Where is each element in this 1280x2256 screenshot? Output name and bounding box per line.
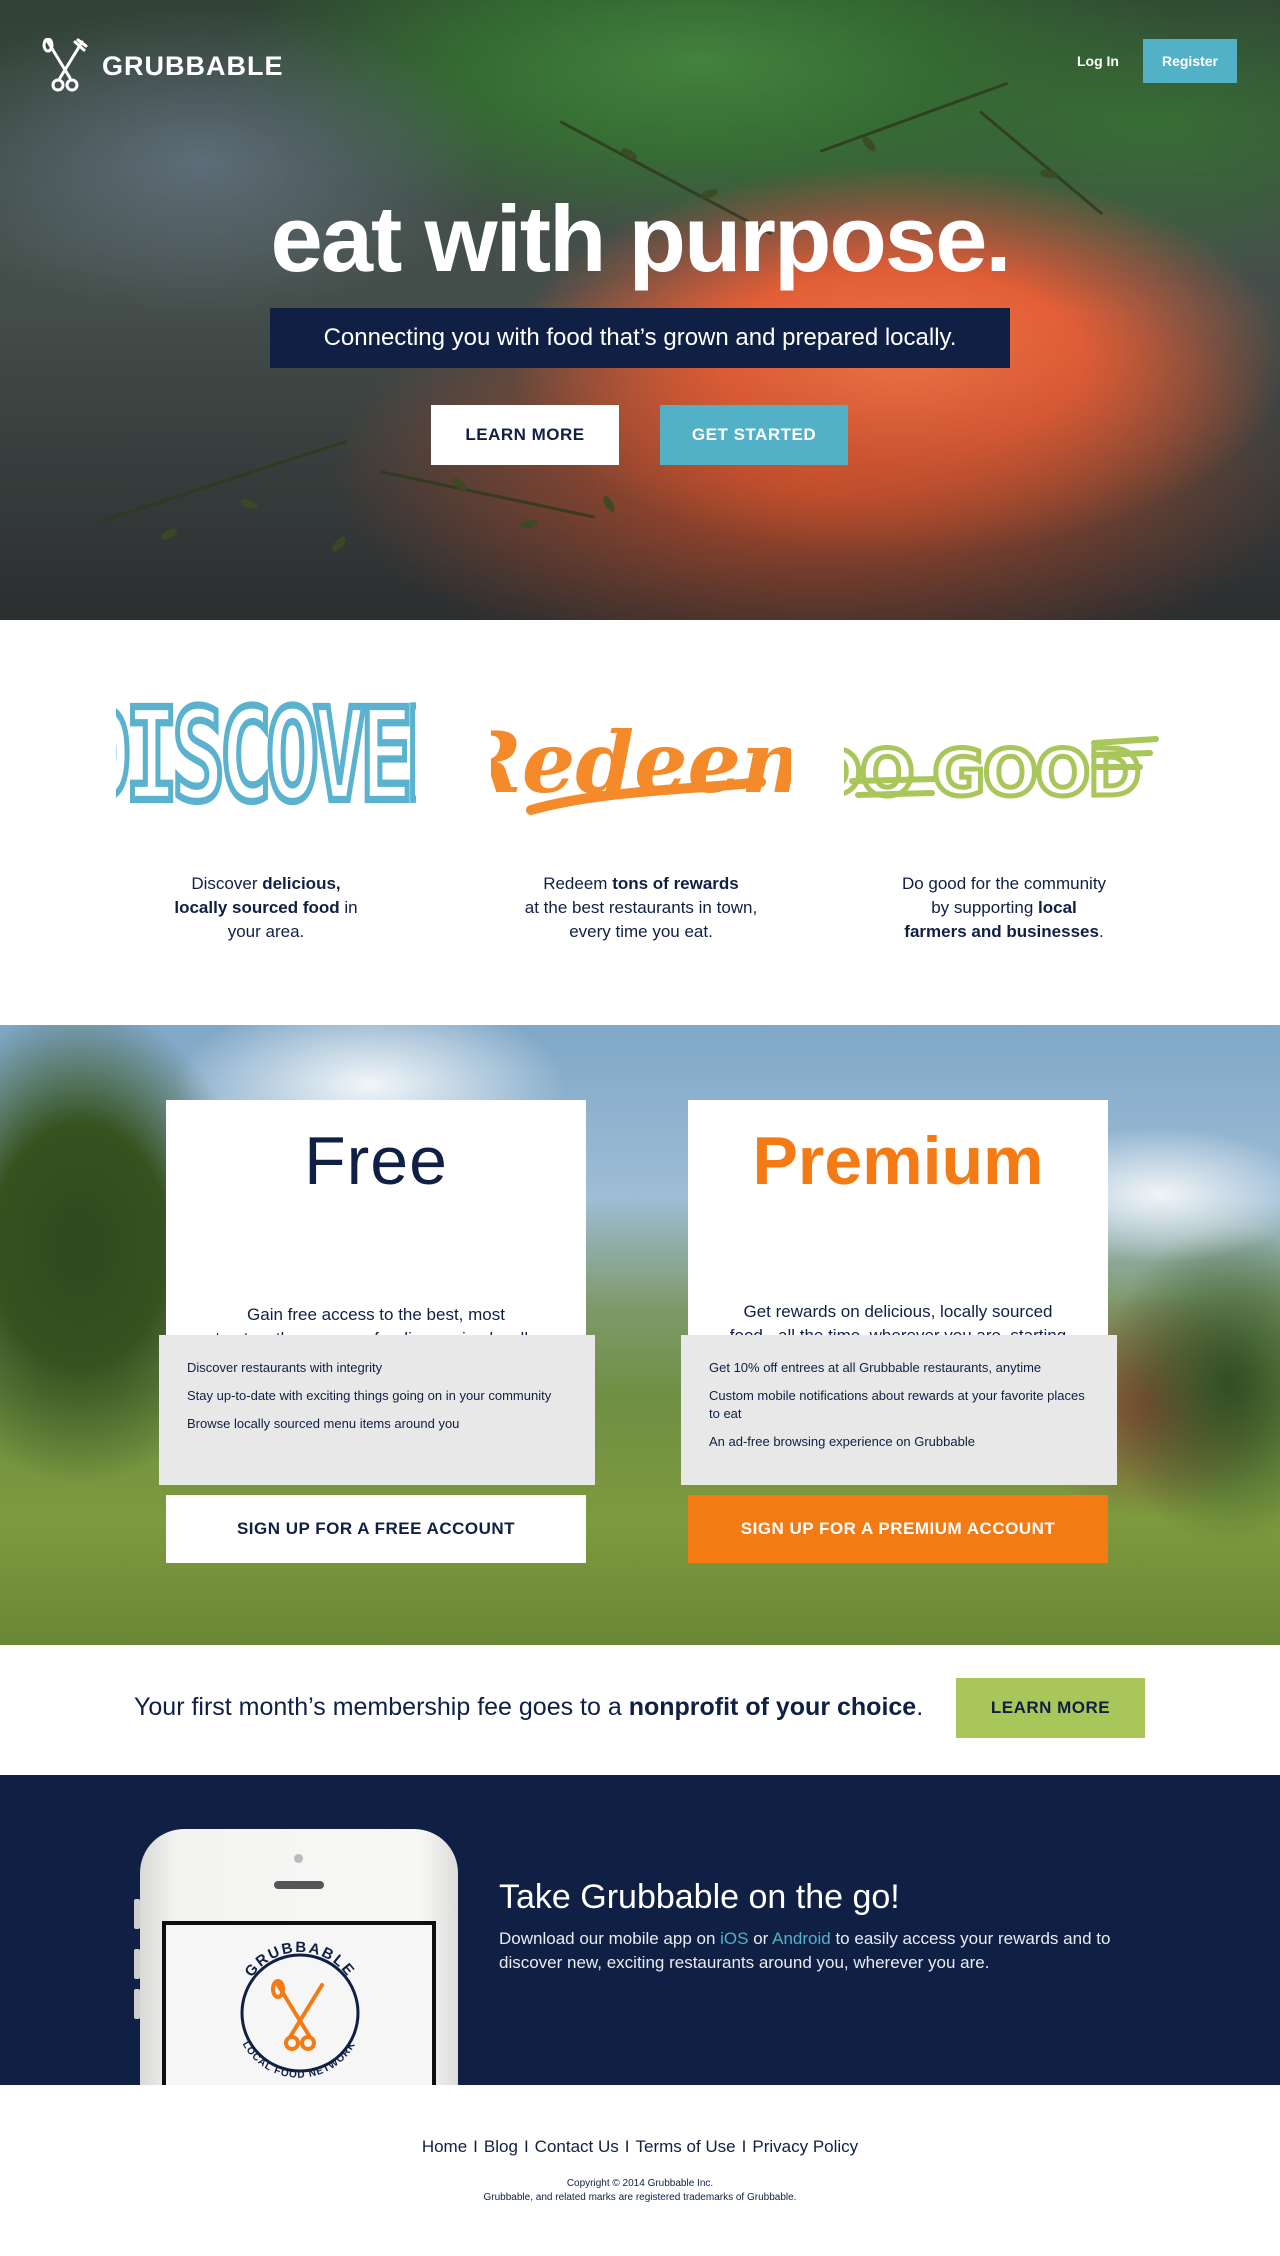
desc-part-bold: local xyxy=(1038,898,1077,917)
mobile-description: Download our mobile app on iOS or Androi… xyxy=(499,1927,1159,1975)
phone-camera xyxy=(294,1854,303,1863)
footer: Home I Blog I Contact Us I Terms of Use I Privac… xyxy=(0,2085,1280,2256)
phone-mockup: GRUBBABLE LOCAL FOOD NETWORK xyxy=(134,1829,458,2085)
svg-text:GRUBBABLE: GRUBBABLE xyxy=(242,1939,359,1980)
free-feature-item: Discover restaurants with integrity xyxy=(187,1360,383,1375)
phone-side-button xyxy=(134,1989,140,2019)
features-section: DISCOVER Discover delicious, locally sou… xyxy=(0,620,1280,1025)
premium-feature-item: Get 10% off entrees at all Grubbable res… xyxy=(709,1360,1042,1375)
trademark-text: Grubbable, and related marks are registe… xyxy=(483,2192,797,2203)
logo[interactable]: GRUBBABLE xyxy=(40,38,284,94)
mobile-desc-part: or xyxy=(748,1929,773,1948)
premium-plan-features: Get 10% off entrees at all Grubbable res… xyxy=(681,1335,1117,1485)
footer-link-terms[interactable]: Terms of Use xyxy=(636,2137,736,2156)
phone-speaker xyxy=(274,1881,324,1889)
premium-plan-title: Premium xyxy=(752,1123,1044,1199)
badge-top-text: GRUBBABLE xyxy=(242,1939,357,1980)
feature-do-good-desc: Do good for the community by supporting … xyxy=(844,872,1164,944)
discover-script-art: DISCOVER xyxy=(106,680,426,850)
mobile-app-section: GRUBBABLE LOCAL FOOD NETWORK Take Grubba… xyxy=(0,1775,1280,2085)
redeem-script-art: Redeem xyxy=(481,680,801,850)
grubbable-badge-icon: GRUBBABLE LOCAL FOOD NETWORK xyxy=(240,1939,360,2081)
free-feature-item: Browse locally sourced menu items around… xyxy=(187,1416,460,1431)
premium-signup-button[interactable]: SIGN UP FOR A PREMIUM ACCOUNT xyxy=(688,1495,1108,1563)
nonprofit-text-bold: nonprofit of your choice xyxy=(628,1693,917,1721)
desc-part: your area. xyxy=(227,922,305,941)
get-started-button[interactable]: GET STARTED xyxy=(660,405,848,465)
premium-feature-item: An ad-free browsing experience on Grubba… xyxy=(709,1434,975,1449)
register-button[interactable]: Register xyxy=(1143,39,1237,83)
free-plan-features: Discover restaurants with integrity Stay… xyxy=(159,1335,595,1485)
redeem-lettering-text: Redeem xyxy=(491,713,791,812)
mobile-desc-part: Download our mobile app on xyxy=(499,1929,721,1948)
mobile-title: Take Grubbable on the go! xyxy=(499,1878,900,1916)
footer-copyright: Copyright © 2014 Grubbable Inc. Grubbabl… xyxy=(0,2177,1280,2205)
nonprofit-banner: Your first month’s membership fee goes t… xyxy=(0,1645,1280,1775)
discover-lettering-text: DISCOVER xyxy=(116,695,416,830)
footer-link-privacy[interactable]: Privacy Policy xyxy=(752,2137,858,2156)
discover-lettering-icon: DISCOVER xyxy=(116,695,416,833)
phone-screen-content: GRUBBABLE LOCAL FOOD NETWORK xyxy=(166,1925,432,2085)
footer-separator: I xyxy=(473,2137,478,2156)
nonprofit-text-before: Your first month’s membership fee goes t… xyxy=(134,1693,629,1721)
desc-part: in xyxy=(339,898,358,917)
footer-link-blog[interactable]: Blog xyxy=(484,2137,518,2156)
phone-side-button xyxy=(134,1949,140,1979)
premium-plan-card: Premium Get rewards on delicious, locall… xyxy=(688,1100,1108,1369)
learn-more-button[interactable]: LEARN MORE xyxy=(431,405,619,465)
desc-part-bold: tons of rewards xyxy=(612,874,739,893)
plans-section: Free Gain free access to the best, most … xyxy=(0,1025,1280,1645)
ios-link[interactable]: iOS xyxy=(720,1929,748,1948)
redeem-lettering-icon: Redeem xyxy=(491,713,791,815)
do-good-lettering-text: DO GOOD xyxy=(844,737,1139,811)
login-link[interactable]: Log In xyxy=(1060,40,1136,82)
feature-discover-desc: Discover delicious, locally sourced food… xyxy=(106,872,426,944)
hero-title: eat with purpose. xyxy=(270,186,1012,291)
footer-link-contact[interactable]: Contact Us xyxy=(535,2137,619,2156)
desc-part: . xyxy=(1098,922,1104,941)
footer-separator: I xyxy=(523,2137,529,2156)
logo-text: GRUBBABLE xyxy=(102,50,284,81)
do-good-lettering-icon: DO GOOD xyxy=(844,735,1159,814)
free-plan-card: Free Gain free access to the best, most … xyxy=(166,1100,586,1372)
hero-section: GRUBBABLE Log In Register eat with purpo… xyxy=(0,0,1280,620)
hero-subtitle: Connecting you with food that’s grown an… xyxy=(270,308,1010,368)
footer-separator: I xyxy=(741,2137,747,2156)
nonprofit-text-after: . xyxy=(916,1693,924,1721)
desc-part: by supporting xyxy=(931,898,1039,917)
copyright-text: Copyright © 2014 Grubbable Inc. xyxy=(566,2178,714,2189)
do-good-script-art: DO GOOD xyxy=(844,680,1164,850)
android-link[interactable]: Android xyxy=(772,1929,831,1948)
desc-part: Do good for the community xyxy=(901,874,1107,893)
footer-separator: I xyxy=(624,2137,630,2156)
feature-redeem-desc: Redeem tons of rewards at the best resta… xyxy=(481,872,801,944)
desc-part-bold: farmers and businesses xyxy=(904,922,1099,941)
fork-spoon-logo-icon xyxy=(42,38,88,92)
desc-part: every time you eat. xyxy=(569,922,713,941)
nonprofit-text: Your first month’s membership fee goes t… xyxy=(134,1693,923,1722)
premium-feature-item: Custom mobile notifications about reward… xyxy=(709,1388,1085,1421)
free-plan-title: Free xyxy=(304,1123,448,1199)
desc-part: at the best restaurants in town, xyxy=(524,898,758,917)
desc-part: Discover xyxy=(191,874,263,893)
desc-part-bold: locally sourced food xyxy=(174,898,340,917)
footer-link-home[interactable]: Home xyxy=(422,2137,467,2156)
phone-screen: GRUBBABLE LOCAL FOOD NETWORK xyxy=(162,1921,436,2085)
nonprofit-learn-more-button[interactable]: LEARN MORE xyxy=(956,1678,1145,1738)
footer-links: Home I Blog I Contact Us I Terms of Use I Privac… xyxy=(0,2137,1280,2157)
free-signup-button[interactable]: SIGN UP FOR A FREE ACCOUNT xyxy=(166,1495,586,1563)
phone-side-button xyxy=(134,1899,140,1929)
free-feature-item: Stay up-to-date with exciting things goi… xyxy=(187,1388,552,1403)
desc-part-bold: delicious, xyxy=(262,874,341,893)
desc-part: Redeem xyxy=(543,874,613,893)
